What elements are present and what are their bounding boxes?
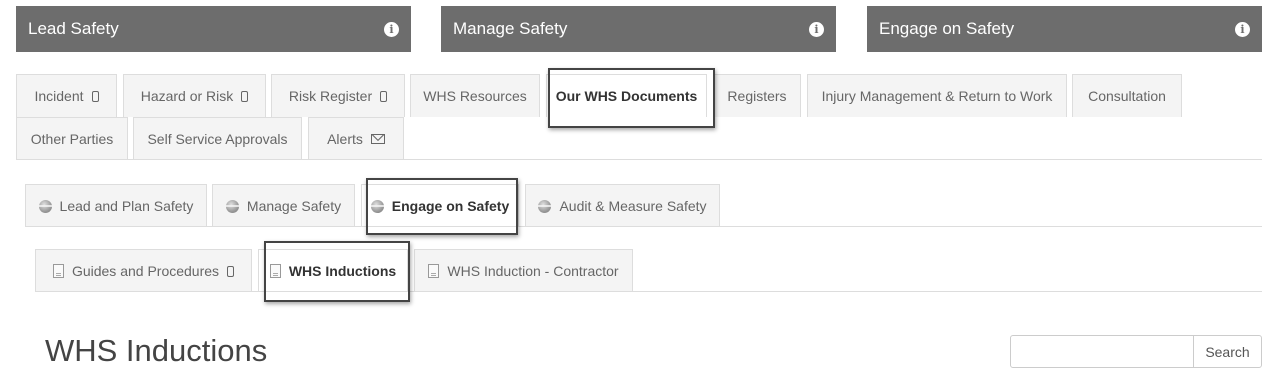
tab-hazard-or-risk[interactable]: Hazard or Risk [123, 74, 266, 117]
mobile-icon [227, 265, 235, 277]
tab-label: Other Parties [30, 131, 114, 147]
tab-manage-safety[interactable]: Manage Safety [212, 184, 355, 227]
top-bar-manage-safety[interactable]: Manage Safety i [441, 6, 836, 52]
tab-label: Alerts [327, 131, 363, 147]
tab-guides-and-procedures[interactable]: Guides and Procedures [35, 249, 252, 292]
tab-incident[interactable]: Incident [16, 74, 117, 117]
tab-label: Injury Management & Return to Work [821, 88, 1053, 104]
mail-icon [370, 134, 385, 144]
tab-label: Hazard or Risk [140, 88, 234, 104]
document-icon [269, 264, 281, 278]
tab-label: Self Service Approvals [147, 131, 288, 147]
tab-whs-inductions[interactable]: WHS Inductions [258, 249, 408, 292]
tab-other-parties[interactable]: Other Parties [16, 117, 128, 160]
document-icon [428, 264, 440, 278]
globe-icon [38, 199, 52, 213]
tertiary-tabs-divider [35, 291, 1262, 292]
tab-risk-register[interactable]: Risk Register [271, 74, 405, 117]
primary-tabs-divider [16, 159, 1262, 160]
top-bar-label: Engage on Safety [879, 19, 1015, 38]
tab-label: WHS Induction - Contractor [447, 263, 619, 279]
top-bar-label: Lead Safety [28, 19, 119, 38]
tab-alerts[interactable]: Alerts [308, 117, 404, 160]
tab-whs-induction-contractor[interactable]: WHS Induction - Contractor [414, 249, 633, 292]
tab-our-whs-documents[interactable]: Our WHS Documents [546, 74, 707, 117]
tab-label: Incident [34, 88, 84, 104]
info-icon[interactable]: i [1235, 21, 1250, 37]
tab-label: Engage on Safety [391, 198, 510, 214]
tab-audit-measure-safety[interactable]: Audit & Measure Safety [525, 184, 720, 227]
tab-label: Our WHS Documents [555, 88, 698, 104]
tab-label: WHS Resources [423, 88, 527, 104]
top-bar-engage-on-safety[interactable]: Engage on Safety i [867, 6, 1262, 52]
search-input[interactable] [1010, 335, 1194, 368]
tab-consultation[interactable]: Consultation [1072, 74, 1182, 117]
globe-icon [370, 199, 384, 213]
tab-label: Manage Safety [246, 198, 342, 214]
tab-injury-management[interactable]: Injury Management & Return to Work [807, 74, 1067, 117]
tab-self-service-approvals[interactable]: Self Service Approvals [133, 117, 302, 160]
document-icon [52, 264, 64, 278]
tab-engage-on-safety[interactable]: Engage on Safety [361, 184, 519, 227]
mobile-icon [380, 90, 388, 102]
secondary-tabs-divider [25, 226, 1262, 227]
globe-icon [225, 199, 239, 213]
tab-label: Consultation [1088, 88, 1166, 104]
globe-icon [538, 199, 552, 213]
tab-label: WHS Inductions [288, 263, 397, 279]
top-bar-lead-safety[interactable]: Lead Safety i [16, 6, 411, 52]
tab-registers[interactable]: Registers [713, 74, 801, 117]
page-title: WHS Inductions [45, 333, 268, 368]
search-button[interactable]: Search [1193, 335, 1262, 368]
tab-label: Guides and Procedures [71, 263, 220, 279]
top-bar-label: Manage Safety [453, 19, 568, 38]
mobile-icon [241, 90, 249, 102]
info-icon[interactable]: i [384, 21, 399, 37]
tab-label: Registers [727, 88, 787, 104]
mobile-icon [91, 90, 99, 102]
info-icon[interactable]: i [809, 21, 824, 37]
tab-label: Lead and Plan Safety [59, 198, 194, 214]
tab-lead-and-plan-safety[interactable]: Lead and Plan Safety [25, 184, 207, 227]
tab-whs-resources[interactable]: WHS Resources [410, 74, 540, 117]
tab-label: Audit & Measure Safety [559, 198, 707, 214]
tab-label: Risk Register [288, 88, 373, 104]
